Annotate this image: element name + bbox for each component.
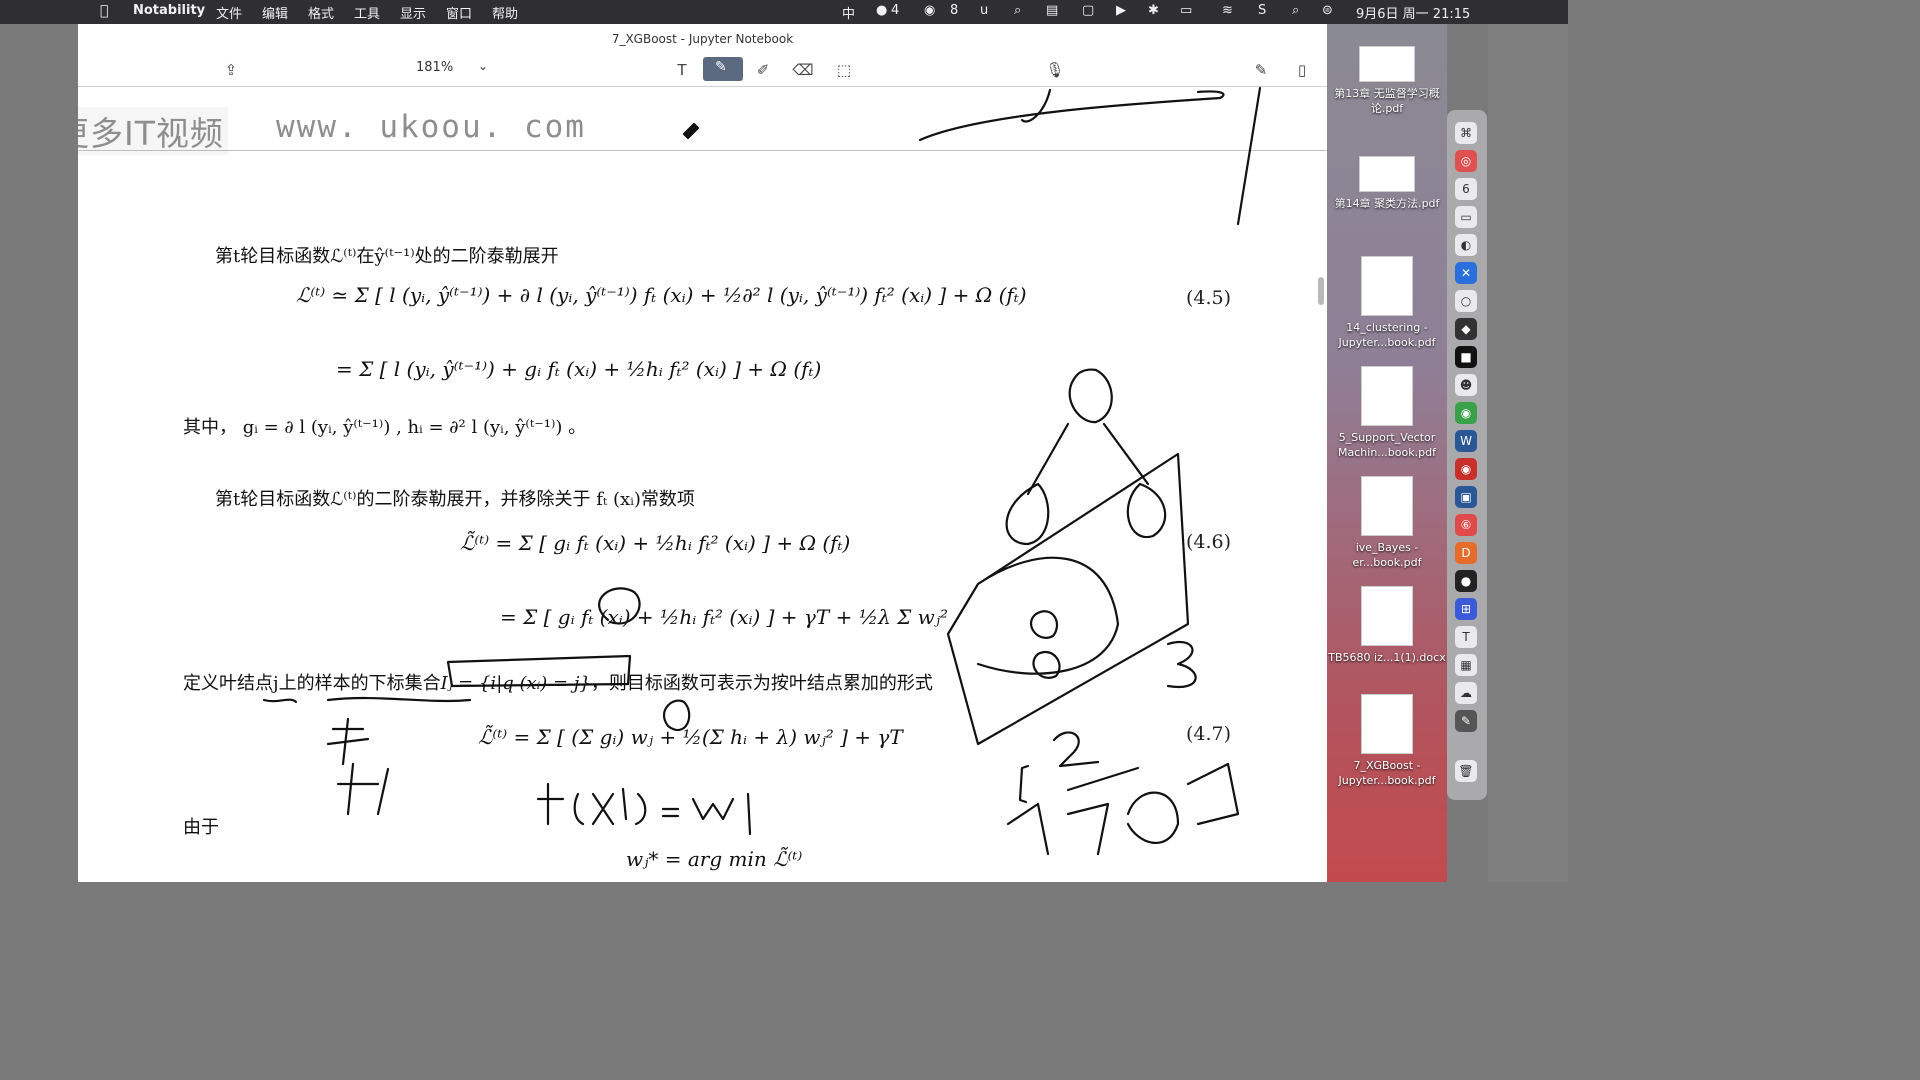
- ink-head: [1068, 368, 1113, 424]
- dock-app-icon[interactable]: ⑥: [1455, 514, 1477, 536]
- wechat-icon[interactable]: ◉: [1455, 402, 1477, 424]
- menu-edit[interactable]: 编辑: [262, 3, 288, 22]
- menu-tools[interactable]: 工具: [354, 3, 380, 22]
- qq-icon[interactable]: ☻: [1455, 374, 1477, 396]
- ink-digit-3: [1166, 641, 1197, 689]
- desktop-file-svm[interactable]: 5_Support_Vector Machin...book.pdf: [1327, 366, 1447, 460]
- bluetooth-icon[interactable]: ✱: [1148, 3, 1159, 18]
- file-label: 14_clustering - Jupyter...book.pdf: [1338, 321, 1436, 349]
- menubar-clock[interactable]: 9月6日 周一 21:15: [1356, 3, 1470, 22]
- status-play-icon[interactable]: ▶: [1116, 3, 1126, 18]
- ink-chinese-bottom: [1006, 762, 1240, 856]
- dock-app-icon[interactable]: D: [1455, 542, 1477, 564]
- docx-thumbnail-icon: [1361, 586, 1413, 646]
- app-menu[interactable]: Notability: [133, 3, 205, 18]
- dock-app-icon[interactable]: ○: [1455, 290, 1477, 312]
- dock-app-icon[interactable]: ▦: [1455, 654, 1477, 676]
- dock-app-icon[interactable]: ✎: [1455, 710, 1477, 732]
- ink-bracket: [1018, 764, 1030, 804]
- file-label: 第14章 聚类方法.pdf: [1334, 197, 1440, 210]
- desktop-file-docx[interactable]: TB5680 iz...1(1).docx: [1327, 586, 1447, 665]
- file-label: 5_Support_Vector Machin...book.pdf: [1338, 431, 1436, 459]
- typora-icon[interactable]: T: [1455, 626, 1477, 648]
- menu-window[interactable]: 窗口: [446, 3, 472, 22]
- status-badge-1: 4: [891, 3, 900, 18]
- dock: ⌘ ◎ 6 ▭ ◐ ✕ ○ ◆ ■ ☻ ◉ W ◉ ▣ ⑥ D ● ⊞ T ▦ …: [1447, 110, 1487, 800]
- status-bar-icon[interactable]: ▤: [1046, 3, 1058, 18]
- ink-stroke-vertical: [1236, 86, 1262, 226]
- pdf-thumbnail-icon: [1361, 256, 1413, 316]
- dock-app-icon[interactable]: ▣: [1455, 486, 1477, 508]
- ink-underline-1: [262, 698, 298, 704]
- wifi-icon[interactable]: ≋: [1222, 3, 1233, 18]
- dock-app-icon[interactable]: ◐: [1455, 234, 1477, 256]
- ink-digit-2: [1052, 731, 1100, 768]
- calendar-icon[interactable]: 6: [1455, 178, 1477, 200]
- ink-circle-wj: [662, 699, 691, 732]
- menu-bar:  Notability 文件 编辑 格式 工具 显示 窗口 帮助 中 ● 4 …: [0, 0, 1568, 24]
- dock-app-icon[interactable]: ☁: [1455, 682, 1477, 704]
- pdf-thumbnail-icon: [1361, 366, 1413, 426]
- ink-box-leafset: [446, 654, 632, 688]
- dock-app-icon[interactable]: ◉: [1455, 458, 1477, 480]
- ink-text-fxi: [536, 782, 752, 836]
- menu-file[interactable]: 文件: [216, 3, 242, 22]
- menu-format[interactable]: 格式: [308, 3, 334, 22]
- pdf-thumbnail-icon: [1359, 156, 1415, 192]
- ink-pencil-cursor: [682, 122, 700, 140]
- apple-menu-icon[interactable]: : [100, 3, 108, 19]
- control-center-icon[interactable]: ⊜: [1322, 3, 1333, 18]
- dock-app-icon[interactable]: ◆: [1455, 318, 1477, 340]
- vscode-icon[interactable]: ✕: [1455, 262, 1477, 284]
- file-label: TB5680 iz...1(1).docx: [1328, 651, 1446, 664]
- trash-icon[interactable]: 🗑: [1455, 760, 1477, 782]
- status-u-icon[interactable]: u: [980, 3, 988, 18]
- menu-view[interactable]: 显示: [400, 3, 426, 22]
- status-dot-icon[interactable]: ●: [876, 3, 887, 18]
- status-badge-2: 8: [950, 3, 959, 18]
- desktop-file-bayes[interactable]: ive_Bayes - er...book.pdf: [1327, 476, 1447, 570]
- status-window-icon[interactable]: ▢: [1082, 3, 1094, 18]
- input-method-indicator[interactable]: 中: [842, 3, 855, 22]
- ink-circle-xi: [598, 587, 641, 625]
- ink-stroke-hook: [1020, 88, 1052, 123]
- desktop-edge: [1488, 24, 1568, 882]
- spotlight-icon[interactable]: ⌕: [1292, 3, 1299, 18]
- dock-app-icon[interactable]: ⊞: [1455, 598, 1477, 620]
- file-label: 7_XGBoost - Jupyter...book.pdf: [1338, 759, 1436, 787]
- file-label: ive_Bayes - er...book.pdf: [1352, 541, 1422, 569]
- ink-circles-center: [1029, 610, 1061, 679]
- pdf-thumbnail-icon: [1361, 476, 1413, 536]
- ink-annotations: [262, 86, 1262, 856]
- ink-chinese-left: [326, 717, 390, 816]
- dock-app-icon[interactable]: ■: [1455, 346, 1477, 368]
- desktop-area: 第13章 无监督学习概论.pdf 第14章 聚类方法.pdf 14_cluste…: [1327, 24, 1447, 882]
- ink-tree-branches: [1005, 422, 1167, 546]
- github-icon[interactable]: ●: [1455, 570, 1477, 592]
- wechat-icon[interactable]: ◉: [924, 3, 935, 18]
- status-search-icon[interactable]: ⌕: [1014, 3, 1021, 18]
- word-icon[interactable]: W: [1455, 430, 1477, 452]
- notability-window: 7_XGBoost - Jupyter Notebook ⇪ 181% ⌄ T …: [78, 24, 1327, 882]
- dock-app-icon[interactable]: ▭: [1455, 206, 1477, 228]
- desktop-file-clustering[interactable]: 14_clustering - Jupyter...book.pdf: [1327, 256, 1447, 350]
- ink-scribble-box: [946, 452, 1190, 746]
- ink-underline-2: [326, 696, 472, 703]
- status-s-icon[interactable]: S: [1258, 3, 1266, 18]
- ink-stroke-top: [918, 90, 1225, 142]
- dock-app-icon[interactable]: ◎: [1455, 150, 1477, 172]
- pdf-thumbnail-icon: [1359, 46, 1415, 82]
- menu-help[interactable]: 帮助: [492, 3, 518, 22]
- desktop-file-ch13[interactable]: 第13章 无监督学习概论.pdf: [1327, 46, 1447, 116]
- ink-underline-3: [1066, 766, 1140, 792]
- file-label: 第13章 无监督学习概论.pdf: [1334, 87, 1440, 115]
- battery-icon[interactable]: ▭: [1180, 3, 1192, 18]
- dock-app-icon[interactable]: ⌘: [1455, 122, 1477, 144]
- desktop-file-ch14[interactable]: 第14章 聚类方法.pdf: [1327, 156, 1447, 211]
- desktop-file-xgboost[interactable]: 7_XGBoost - Jupyter...book.pdf: [1327, 694, 1447, 788]
- pdf-thumbnail-icon: [1361, 694, 1413, 754]
